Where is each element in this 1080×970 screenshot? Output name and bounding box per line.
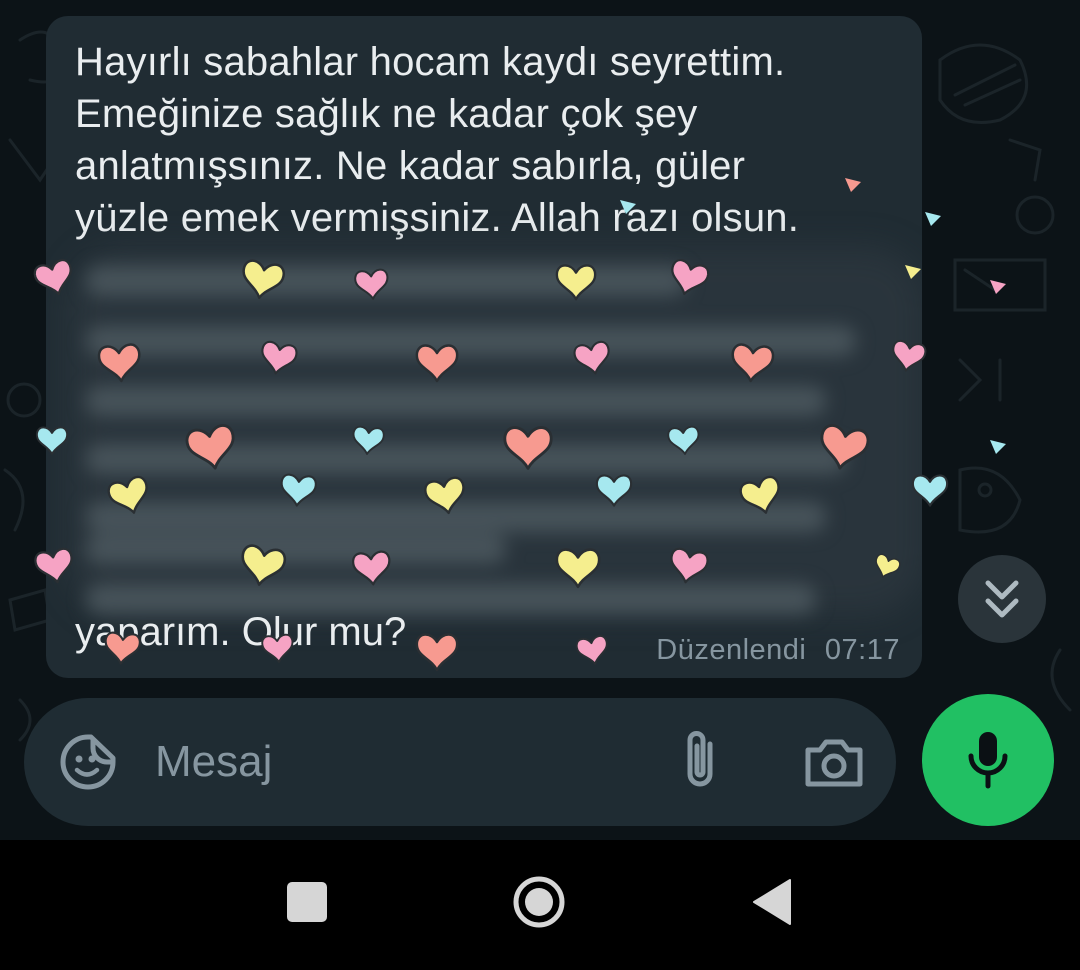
message-bubble[interactable]: Hayırlı sabahlar hocam kaydı seyrettim. … bbox=[46, 16, 922, 678]
message-input-bar[interactable]: Mesaj bbox=[24, 698, 896, 826]
message-line-4: yüzle emek vermişsiniz. Allah razı olsun… bbox=[75, 196, 800, 240]
circle-home-icon[interactable] bbox=[512, 875, 566, 929]
whatsapp-chat-screen: Hayırlı sabahlar hocam kaydı seyrettim. … bbox=[0, 0, 1080, 970]
message-input[interactable]: Mesaj bbox=[155, 736, 272, 788]
message-text: Hayırlı sabahlar hocam kaydı seyrettim. … bbox=[75, 36, 895, 244]
message-line-3: anlatmışsınız. Ne kadar sabırla, güler bbox=[75, 144, 746, 188]
camera-icon[interactable] bbox=[802, 734, 866, 790]
triangle-back-icon[interactable] bbox=[752, 878, 792, 926]
square-recents-icon[interactable] bbox=[287, 882, 327, 922]
message-time: 07:17 bbox=[824, 634, 900, 666]
double-chevron-down-icon bbox=[985, 580, 1019, 618]
microphone-button[interactable] bbox=[922, 694, 1054, 826]
sticker-emoji-icon[interactable] bbox=[58, 732, 118, 792]
scroll-to-bottom-button[interactable] bbox=[958, 555, 1046, 643]
edited-label: Düzenlendi bbox=[656, 634, 807, 666]
message-meta: Düzenlendi 07:17 bbox=[646, 634, 900, 667]
message-last-line: yaparım. Olur mu? bbox=[75, 610, 407, 654]
message-line-1: Hayırlı sabahlar hocam kaydı seyrettim. bbox=[75, 40, 786, 84]
paperclip-icon[interactable] bbox=[674, 730, 730, 794]
blurred-region bbox=[66, 246, 922, 616]
system-navigation-bar bbox=[0, 840, 1080, 970]
message-line-2: Emeğinize sağlık ne kadar çok şey bbox=[75, 92, 698, 136]
microphone-icon bbox=[968, 732, 1008, 789]
